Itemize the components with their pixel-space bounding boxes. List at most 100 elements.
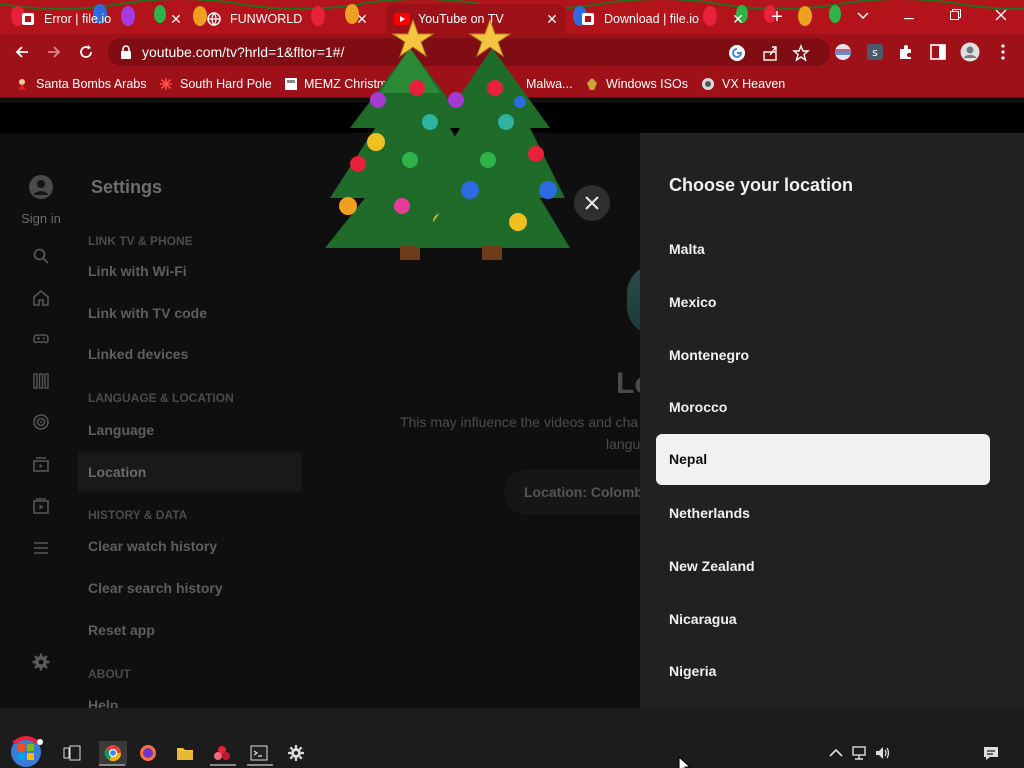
browser-menu-icon[interactable] [994,43,1012,61]
svg-text:s: s [872,46,878,59]
settings-icon[interactable] [284,741,308,765]
menu-clear-search-history[interactable]: Clear search history [88,580,223,596]
close-window-button[interactable] [978,0,1024,30]
location-option-nigeria[interactable]: Nigeria [669,663,716,679]
watch-later-icon[interactable] [32,497,50,515]
bookmark-memz-christmas[interactable]: MEMZ Christm... [284,75,388,93]
settings-title: Settings [91,177,163,197]
tab-funworld[interactable]: FUNWORLD ✕ [206,4,376,34]
extensions-puzzle-icon[interactable] [897,43,915,61]
page-top-strip [0,103,1024,133]
bookmark-windows-isos[interactable]: Windows ISOs [584,75,688,93]
location-option-mexico[interactable]: Mexico [669,294,716,310]
settings-gear-icon[interactable] [32,653,50,671]
vx-heaven-icon [700,76,716,92]
close-icon [585,196,599,210]
address-bar[interactable]: youtube.com/tv?hrld=1&fltor=1#/ [108,38,830,66]
chevron-up-icon[interactable] [827,744,845,762]
share-icon[interactable] [761,44,779,62]
close-panel-button[interactable] [574,185,610,221]
task-view-icon[interactable] [60,741,84,765]
location-page-description: This may influence the videos and cha [400,414,639,430]
location-option-malta[interactable]: Malta [669,241,705,257]
subscriptions-icon[interactable] [32,413,50,431]
tab-search-chevron-icon[interactable] [840,0,886,30]
location-option-nicaragua[interactable]: Nicaragua [669,611,737,627]
file-explorer-icon[interactable] [173,741,197,765]
terminal-running-indicator [247,764,273,766]
menu-linked-devices[interactable]: Linked devices [88,346,188,362]
close-tab-icon[interactable]: ✕ [354,11,370,27]
current-location-button[interactable]: Location: Colombi [504,469,647,515]
menu-location[interactable]: Location [78,452,302,492]
location-option-montenegro[interactable]: Montenegro [669,347,749,363]
close-tab-icon[interactable]: ✕ [544,11,560,27]
google-icon[interactable] [728,44,746,62]
menu-link-with-tv-code[interactable]: Link with TV code [88,305,207,321]
left-rail: Sign in [0,133,80,708]
home-icon[interactable] [32,289,50,307]
location-option-morocco[interactable]: Morocco [669,399,727,415]
app-icon[interactable] [210,741,234,765]
page-icon [284,76,298,92]
location-option-new-zealand[interactable]: New Zealand [669,558,755,574]
browser-toolbar: youtube.com/tv?hrld=1&fltor=1#/ s [0,34,1024,70]
forward-button[interactable] [42,40,66,64]
network-icon[interactable] [850,744,868,762]
santa-icon [14,76,30,92]
library-icon[interactable] [32,455,50,473]
tab-error-file-io[interactable]: Error | file.io ✕ [20,4,190,34]
sign-in-label[interactable]: Sign in [0,211,82,226]
terminal-icon[interactable] [247,741,271,765]
location-chooser-panel: Choose your location Malta Mexico Monten… [640,133,1024,708]
reload-button[interactable] [74,40,98,64]
account-avatar-icon[interactable] [29,175,53,199]
volume-icon[interactable] [874,744,892,762]
menu-reset-app[interactable]: Reset app [88,622,155,638]
menu-language[interactable]: Language [88,422,154,438]
back-button[interactable] [10,40,34,64]
close-tab-icon[interactable]: ✕ [168,11,184,27]
gaming-icon[interactable] [32,330,50,348]
windows-iso-icon [584,76,600,92]
location-option-label: Nepal [669,451,708,467]
firefox-icon[interactable] [136,741,160,765]
bookmark-star-icon[interactable] [792,44,810,62]
side-panel-icon[interactable] [929,43,947,61]
bookmark-santa-bombs-arabs[interactable]: Santa Bombs Arabs [14,75,146,93]
youtube-tv-page: Sign in Settings LINK TV & PHONE Link wi… [0,103,1024,708]
extension-s-icon[interactable]: s [866,43,884,61]
location-option-netherlands[interactable]: Netherlands [669,505,750,521]
search-icon[interactable] [32,247,50,265]
menu-lines-icon[interactable] [32,539,50,557]
chrome-running-indicator [99,764,125,766]
menu-link-with-wifi[interactable]: Link with Wi-Fi [88,263,187,279]
current-location-label: Location: Colombi [524,484,647,500]
profile-avatar-icon[interactable] [960,42,980,62]
shorts-icon[interactable] [32,372,50,390]
new-tab-button[interactable]: + [766,6,788,28]
snowflake-icon [158,76,174,92]
minimize-button[interactable] [886,0,932,30]
location-page-description-line2: langu [606,436,641,452]
close-tab-icon[interactable]: ✕ [730,11,746,27]
panel-title: Choose your location [669,175,854,195]
menu-clear-watch-history[interactable]: Clear watch history [88,538,217,554]
bookmark-malware[interactable]: Malwa... [526,75,573,93]
bookmarks-bar: Santa Bombs Arabs South Hard Pole MEMZ C… [0,70,1024,98]
tab-title: Error | file.io [44,12,112,26]
location-option-nepal[interactable]: Nepal [656,434,990,485]
chrome-icon[interactable] [99,741,127,765]
file-io-favicon [580,11,596,27]
tab-youtube-on-tv[interactable]: YouTube on TV ✕ [386,4,566,34]
tab-title: YouTube on TV [418,12,504,26]
lock-icon [121,45,131,59]
extension-flag-icon[interactable] [834,43,852,61]
bookmark-vx-heaven[interactable]: VX Heaven [700,75,785,93]
start-button[interactable] [8,734,44,768]
tab-download-file-io[interactable]: Download | file.io ✕ [580,4,752,34]
restore-button[interactable] [932,0,978,30]
notification-icon[interactable] [982,744,1000,762]
menu-help[interactable]: Help [88,697,118,708]
bookmark-south-hard-pole[interactable]: South Hard Pole [158,75,272,93]
